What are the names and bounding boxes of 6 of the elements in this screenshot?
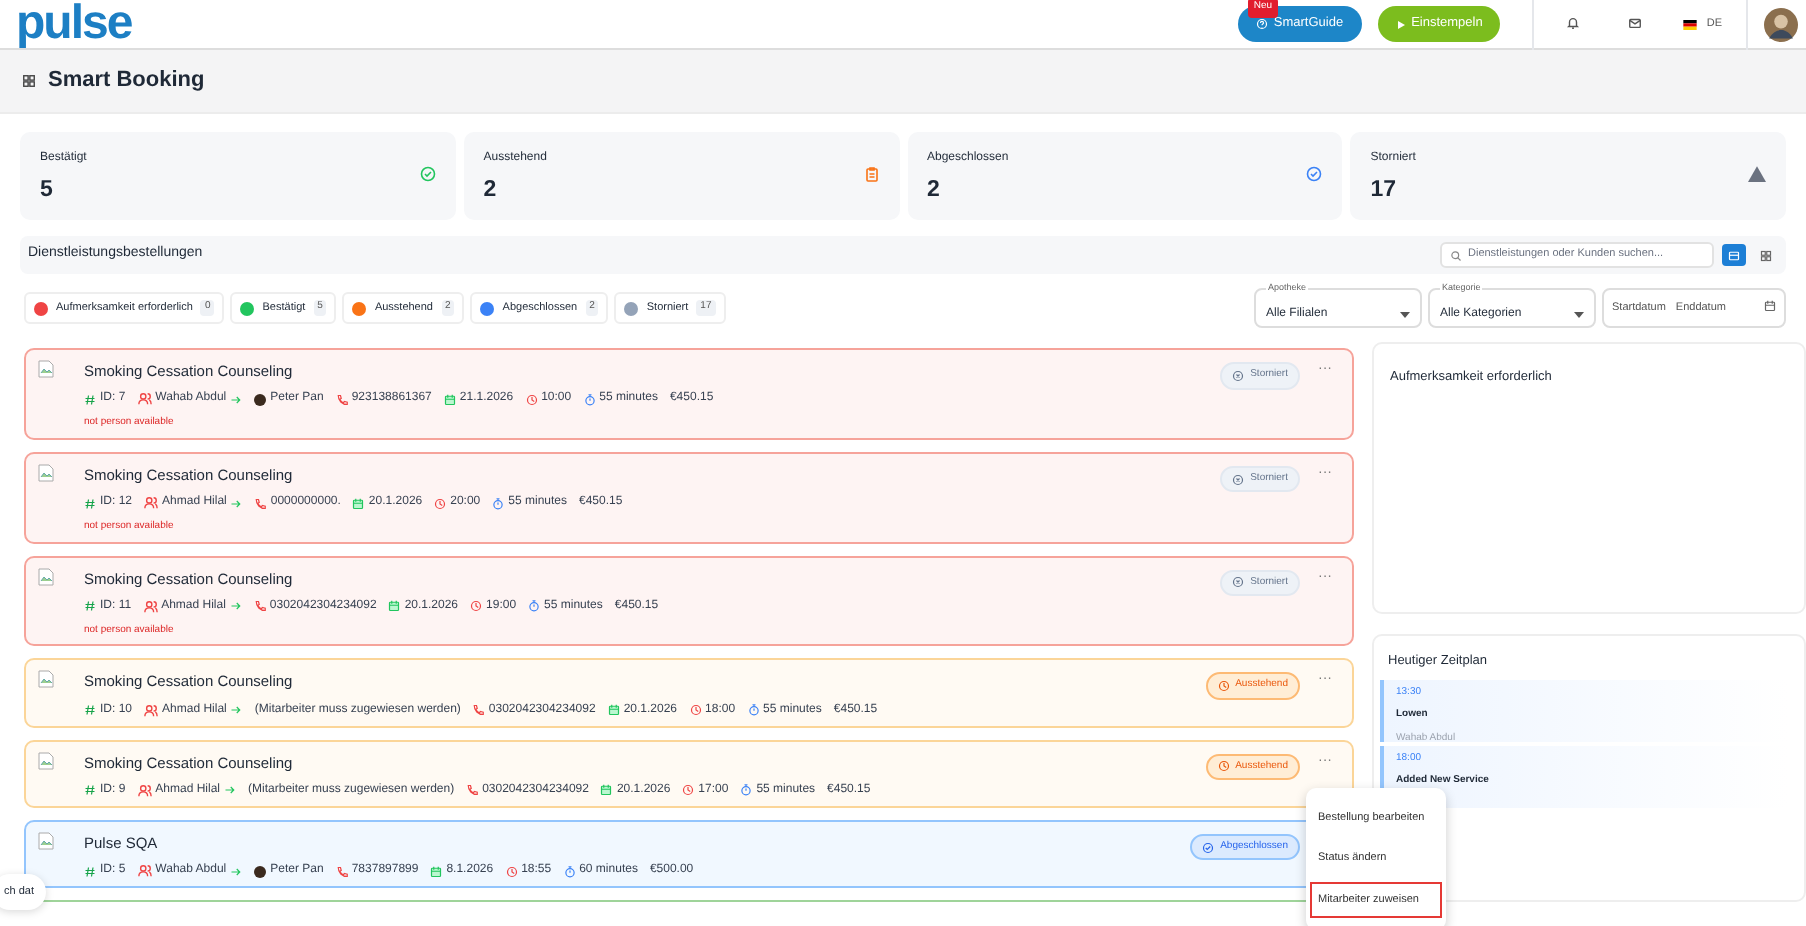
stat-value: 17 <box>1370 176 1399 206</box>
stat-value: 5 <box>40 176 55 206</box>
stat-value: 2 <box>927 176 942 206</box>
logo: pulse <box>16 0 132 48</box>
page-title: Smart Booking <box>48 67 205 95</box>
stat-value: 2 <box>483 176 499 206</box>
